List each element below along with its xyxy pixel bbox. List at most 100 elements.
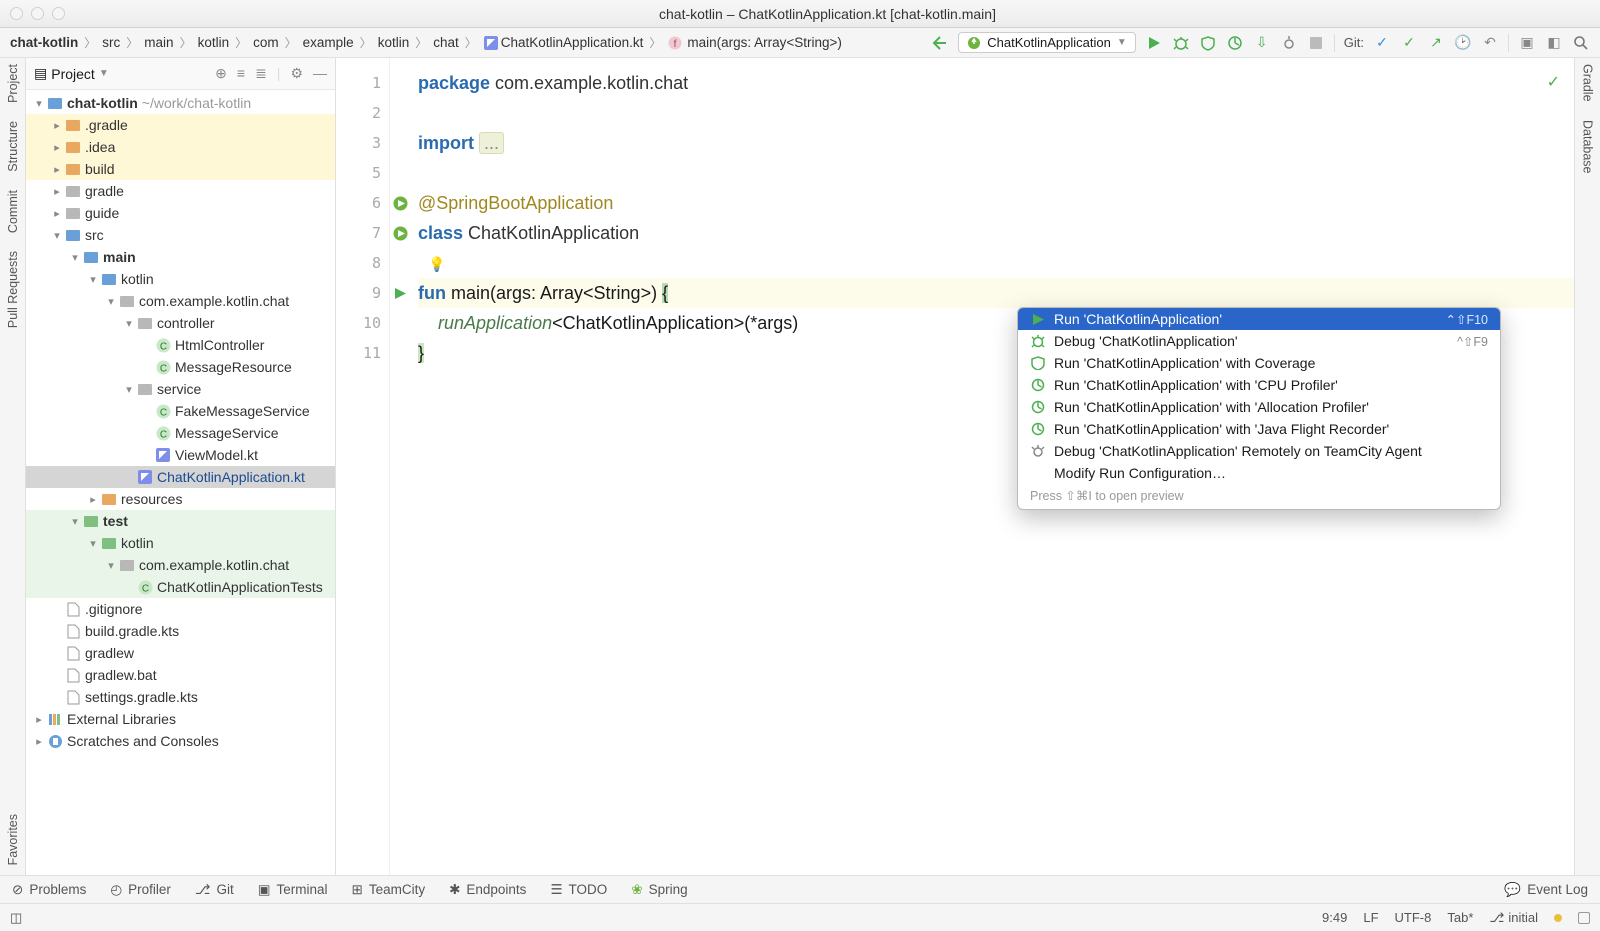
select-opened-file-icon[interactable]: ⊕ [215, 65, 227, 82]
lock-icon[interactable] [1578, 912, 1590, 924]
remote-debug-icon[interactable] [1280, 34, 1298, 52]
attach-icon[interactable]: ⇩ [1253, 34, 1271, 52]
breadcrumb-file[interactable]: ChatKotlinApplication.kt [501, 35, 644, 50]
tree-row[interactable]: ▾com.example.kotlin.chat [26, 290, 335, 312]
tool-endpoints[interactable]: ✱Endpoints [449, 882, 526, 898]
rail-commit[interactable]: Commit [6, 190, 20, 233]
tree-row[interactable]: settings.gradle.kts [26, 686, 335, 708]
rail-project[interactable]: Project [6, 64, 20, 103]
tool-terminal[interactable]: ▣Terminal [258, 882, 328, 898]
tool-git[interactable]: ⎇Git [195, 882, 234, 898]
tree-row[interactable]: .gitignore [26, 598, 335, 620]
expand-arrow-icon[interactable]: ▾ [50, 229, 64, 242]
context-menu-item[interactable]: Run 'ChatKotlinApplication' with Coverag… [1018, 352, 1500, 374]
status-encoding[interactable]: UTF-8 [1395, 910, 1432, 925]
expand-arrow-icon[interactable]: ▾ [104, 559, 118, 572]
expand-all-icon[interactable]: ≡ [237, 65, 245, 82]
breadcrumb-item[interactable]: kotlin [198, 35, 230, 50]
ide-settings-icon[interactable]: ▣ [1518, 34, 1536, 52]
tree-row[interactable]: CMessageService [26, 422, 335, 444]
gear-icon[interactable]: ⚙ [290, 65, 303, 82]
project-header-label[interactable]: ▤ Project ▼ [34, 65, 109, 82]
status-line-ending[interactable]: LF [1363, 910, 1378, 925]
expand-arrow-icon[interactable]: ▾ [86, 537, 100, 550]
tree-row[interactable]: ▸.idea [26, 136, 335, 158]
tool-teamcity[interactable]: ⊞TeamCity [352, 882, 426, 898]
breadcrumb-item[interactable]: kotlin [378, 35, 410, 50]
expand-arrow-icon[interactable]: ▾ [32, 97, 46, 110]
line-number[interactable]: 3 [336, 128, 389, 158]
context-menu-item[interactable]: Run 'ChatKotlinApplication' with 'CPU Pr… [1018, 374, 1500, 396]
tree-row[interactable]: ▸build [26, 158, 335, 180]
tree-row[interactable]: ViewModel.kt [26, 444, 335, 466]
breadcrumb-function[interactable]: main(args: Array<String>) [685, 35, 842, 50]
tree-row[interactable]: ▾kotlin [26, 268, 335, 290]
expand-arrow-icon[interactable]: ▾ [68, 515, 82, 528]
tree-row[interactable]: ▾src [26, 224, 335, 246]
expand-arrow-icon[interactable]: ▾ [104, 295, 118, 308]
project-tree[interactable]: ▾chat-kotlin~/work/chat-kotlin▸.gradle▸.… [26, 90, 335, 875]
coverage-icon[interactable] [1199, 34, 1217, 52]
status-position[interactable]: 9:49 [1322, 910, 1347, 925]
run-context-menu[interactable]: Run 'ChatKotlinApplication'⌃⇧F10Debug 'C… [1017, 307, 1501, 510]
context-menu-item[interactable]: Debug 'ChatKotlinApplication' Remotely o… [1018, 440, 1500, 462]
expand-arrow-icon[interactable]: ▾ [122, 317, 136, 330]
tree-row[interactable]: ▾com.example.kotlin.chat [26, 554, 335, 576]
rail-favorites[interactable]: Favorites [6, 814, 20, 865]
tree-row[interactable]: ▸Scratches and Consoles [26, 730, 335, 752]
profiler-icon[interactable] [1226, 34, 1244, 52]
tree-row[interactable]: CMessageResource [26, 356, 335, 378]
tree-row[interactable]: gradlew [26, 642, 335, 664]
rail-database[interactable]: Database [1581, 120, 1595, 174]
tree-row[interactable]: ▾service [26, 378, 335, 400]
tool-profiler[interactable]: ◴Profiler [110, 882, 171, 898]
breadcrumb-item[interactable]: example [303, 35, 354, 50]
expand-arrow-icon[interactable]: ▸ [32, 735, 46, 748]
git-push-icon[interactable]: ↗ [1427, 34, 1445, 52]
close-window-icon[interactable] [10, 7, 23, 20]
spring-run-gutter-icon[interactable] [393, 196, 408, 211]
tree-row[interactable]: ▾test [26, 510, 335, 532]
breadcrumb-item[interactable]: src [102, 35, 120, 50]
line-number[interactable]: 5 [336, 158, 389, 188]
git-commit-icon[interactable]: ✓ [1400, 34, 1418, 52]
minimize-window-icon[interactable] [31, 7, 44, 20]
intention-bulb-icon[interactable]: 💡 [428, 256, 445, 272]
tree-row[interactable]: ▸.gradle [26, 114, 335, 136]
tree-row[interactable]: ▸guide [26, 202, 335, 224]
status-branch[interactable]: ⎇initial [1489, 910, 1538, 926]
context-menu-item[interactable]: Run 'ChatKotlinApplication' with 'Java F… [1018, 418, 1500, 440]
expand-arrow-icon[interactable]: ▾ [86, 273, 100, 286]
context-menu-item[interactable]: Debug 'ChatKotlinApplication'^⇧F9 [1018, 330, 1500, 352]
line-number[interactable]: 6 [336, 188, 389, 218]
expand-arrow-icon[interactable]: ▾ [68, 251, 82, 264]
tree-row[interactable]: build.gradle.kts [26, 620, 335, 642]
context-menu-item[interactable]: Modify Run Configuration… [1018, 462, 1500, 484]
tree-row[interactable]: ▾chat-kotlin~/work/chat-kotlin [26, 92, 335, 114]
breadcrumb-item[interactable]: com [253, 35, 279, 50]
expand-arrow-icon[interactable]: ▾ [122, 383, 136, 396]
line-number[interactable]: 9 [336, 278, 389, 308]
spring-run-gutter-icon[interactable] [393, 226, 408, 241]
expand-arrow-icon[interactable]: ▸ [50, 185, 64, 198]
run-gutter-icon[interactable] [394, 287, 407, 300]
line-number[interactable]: 1 [336, 68, 389, 98]
tree-row[interactable]: CFakeMessageService [26, 400, 335, 422]
run-configuration-dropdown[interactable]: ChatKotlinApplication ▼ [958, 32, 1135, 53]
editor-gutter[interactable]: 123567891011 [336, 58, 390, 875]
tree-row[interactable]: CHtmlController [26, 334, 335, 356]
status-tab[interactable]: Tab* [1447, 910, 1473, 925]
collapse-all-icon[interactable]: ≣ [255, 65, 267, 82]
tree-row[interactable]: ▾main [26, 246, 335, 268]
status-layout-icon[interactable]: ◫ [10, 910, 22, 926]
tree-row[interactable]: ChatKotlinApplication.kt [26, 466, 335, 488]
git-rollback-icon[interactable]: ↶ [1481, 34, 1499, 52]
breadcrumb-item[interactable]: main [144, 35, 173, 50]
line-number[interactable]: 10 [336, 308, 389, 338]
search-icon[interactable] [1572, 34, 1590, 52]
ide-settings2-icon[interactable]: ◧ [1545, 34, 1563, 52]
tree-row[interactable]: ▾controller [26, 312, 335, 334]
tool-spring[interactable]: ❀Spring [631, 882, 687, 898]
hide-icon[interactable]: — [313, 65, 327, 82]
rail-pull-requests[interactable]: Pull Requests [6, 251, 20, 328]
